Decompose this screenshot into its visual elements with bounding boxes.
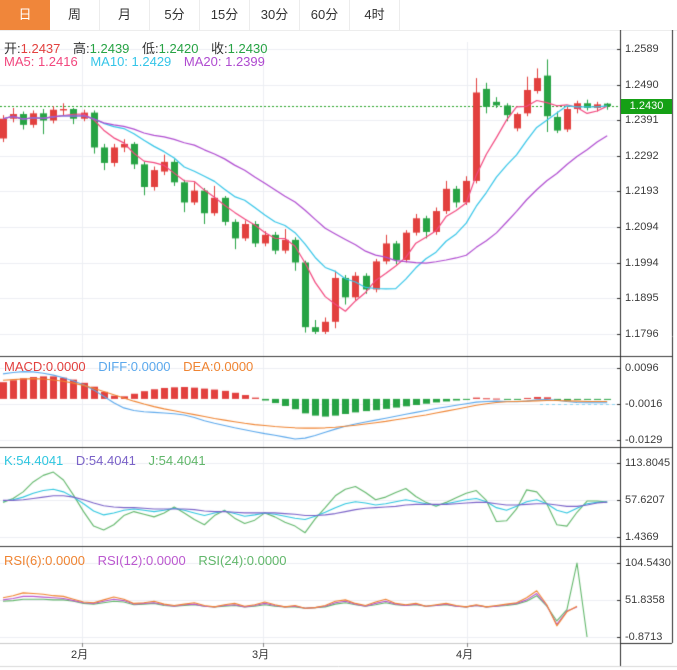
rsi-axis-label: 51.8358 [625,594,665,606]
trading-chart-screen: 日 周 月 5分 15分 30分 60分 4时 开:1.2437 高:1.243… [0,0,677,670]
macd-axis-label: -0.0129 [625,434,662,446]
tab-60min[interactable]: 60分 [300,0,350,30]
tab-4hour[interactable]: 4时 [350,0,400,30]
tab-monthly[interactable]: 月 [100,0,150,30]
macd-axis-label: -0.0016 [625,398,662,410]
timeframe-tabbar: 日 周 月 5分 15分 30分 60分 4时 [0,0,677,31]
rsi24-value: RSI(24):0.0000 [198,553,286,568]
tab-weekly[interactable]: 周 [50,0,100,30]
price-axis-label: 1.2292 [625,150,659,162]
rsi-axis-label: 104.5430 [625,557,671,569]
ma20-value: MA20: 1.2399 [184,54,265,69]
kdj-axis-label: 1.4369 [625,531,659,543]
price-axis-label: 1.1895 [625,292,659,304]
chart-canvas[interactable] [0,30,677,670]
macd-axis-label: 0.0096 [625,362,659,374]
ma5-value: MA5: 1.2416 [4,54,78,69]
price-axis-label: 1.2589 [625,43,659,55]
price-axis-label: 1.1994 [625,257,659,269]
price-axis-label: 1.2391 [625,114,659,126]
ma-readout: MA5: 1.2416 MA10: 1.2429 MA20: 1.2399 [4,54,274,69]
dea-value: DEA:0.0000 [183,359,253,374]
kdj-axis-label: 113.8045 [625,457,670,469]
macd-value: MACD:0.0000 [4,359,86,374]
ma10-value: MA10: 1.2429 [90,54,171,69]
k-value: K:54.4041 [4,453,63,468]
month-label-apr: 4月 [456,646,473,662]
price-axis-label: 1.2490 [625,79,659,91]
chart-area: 开:1.2437 高:1.2439 低:1.2420 收:1.2430 MA5:… [0,30,677,670]
tab-5min[interactable]: 5分 [150,0,200,30]
price-axis-label: 1.1796 [625,328,659,340]
rsi12-value: RSI(12):0.0000 [98,553,186,568]
macd-readout: MACD:0.0000 DIFF:0.0000 DEA:0.0000 [4,359,262,374]
month-label-feb: 2月 [71,646,88,662]
tab-daily[interactable]: 日 [0,0,50,30]
rsi6-value: RSI(6):0.0000 [4,553,85,568]
kdj-readout: K:54.4041 D:54.4041 J:54.4041 [4,453,215,468]
j-value: J:54.4041 [149,453,206,468]
rsi-readout: RSI(6):0.0000 RSI(12):0.0000 RSI(24):0.0… [4,553,296,568]
d-value: D:54.4041 [76,453,136,468]
price-axis-label: 1.2193 [625,185,659,197]
diff-value: DIFF:0.0000 [98,359,170,374]
price-axis-label: 1.2094 [625,221,659,233]
kdj-axis-label: 57.6207 [625,494,665,506]
tab-30min[interactable]: 30分 [250,0,300,30]
current-price-badge: 1.2430 [621,99,672,114]
month-label-mar: 3月 [252,646,269,662]
tab-15min[interactable]: 15分 [200,0,250,30]
rsi-axis-label: -0.8713 [625,631,662,643]
